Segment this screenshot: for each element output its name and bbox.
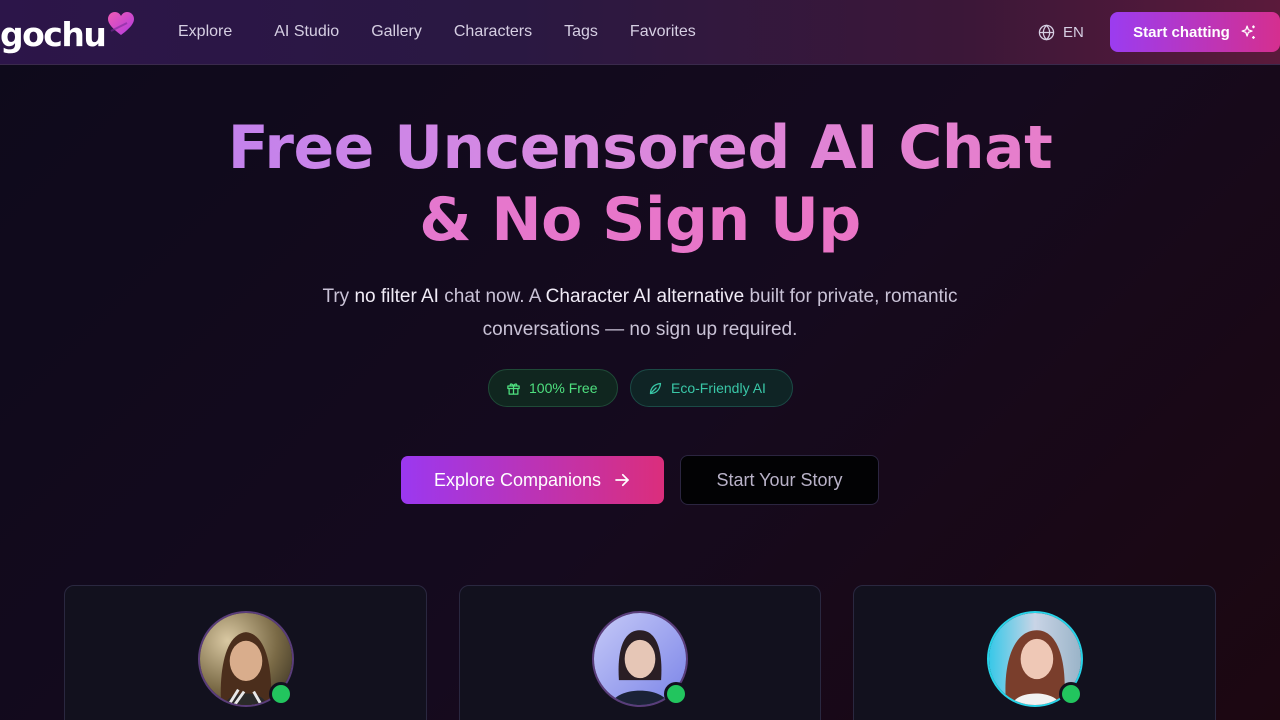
badge-eco-label: Eco-Friendly AI	[671, 380, 766, 396]
nav-link-explore[interactable]: Explore	[178, 23, 232, 41]
nav-link-gallery[interactable]: Gallery	[371, 23, 422, 41]
logo-text: gochu	[0, 15, 107, 54]
badge-eco-friendly: Eco-Friendly AI	[630, 369, 793, 407]
character-card[interactable]	[64, 585, 427, 720]
online-status-dot	[664, 682, 688, 706]
language-label: EN	[1063, 23, 1084, 41]
subtitle-text-1: Try	[322, 286, 355, 307]
subtitle-highlight-alternative: Character AI alternative	[545, 286, 745, 307]
sparkles-icon	[1241, 24, 1255, 39]
badge-free: 100% Free	[488, 369, 618, 407]
online-status-dot	[269, 682, 293, 706]
start-your-story-button[interactable]: Start Your Story	[680, 455, 879, 505]
online-status-dot	[1059, 682, 1083, 706]
top-navbar: gochu Explore AI Studio Gallery Characte…	[0, 0, 1280, 65]
hero-title-line-2: & No Sign Up	[0, 184, 1280, 256]
character-card[interactable]	[853, 585, 1216, 720]
feature-badges: 100% Free Eco-Friendly AI	[488, 369, 793, 407]
arrow-right-icon	[615, 473, 629, 487]
logo[interactable]: gochu	[0, 10, 135, 54]
heart-icon	[108, 12, 135, 35]
hero-subtitle: Try no filter AI chat now. A Character A…	[270, 280, 1010, 346]
nav-link-characters[interactable]: Characters	[454, 23, 532, 41]
explore-companions-label: Explore Companions	[433, 469, 602, 490]
badge-free-label: 100% Free	[529, 380, 598, 396]
start-your-story-label: Start Your Story	[716, 469, 843, 490]
language-selector[interactable]: EN	[1038, 20, 1084, 44]
nav-links: Explore AI Studio Gallery Characters Tag…	[178, 0, 728, 64]
nav-link-ai-studio[interactable]: AI Studio	[274, 23, 339, 41]
start-chatting-button[interactable]: Start chatting	[1110, 12, 1280, 52]
subtitle-text-2: chat now. A	[438, 286, 546, 307]
hero-title: Free Uncensored AI Chat & No Sign Up	[0, 112, 1280, 256]
nav-link-favorites[interactable]: Favorites	[630, 23, 696, 41]
subtitle-highlight-no-filter: no filter AI	[354, 286, 439, 307]
nav-link-tags[interactable]: Tags	[564, 23, 598, 41]
hero-title-line-1: Free Uncensored AI Chat	[0, 112, 1280, 184]
leaf-icon	[649, 382, 662, 394]
character-card[interactable]	[459, 585, 821, 720]
gift-icon	[507, 382, 520, 395]
start-chatting-label: Start chatting	[1133, 23, 1230, 41]
explore-companions-button[interactable]: Explore Companions	[401, 456, 664, 504]
globe-icon	[1038, 24, 1055, 40]
